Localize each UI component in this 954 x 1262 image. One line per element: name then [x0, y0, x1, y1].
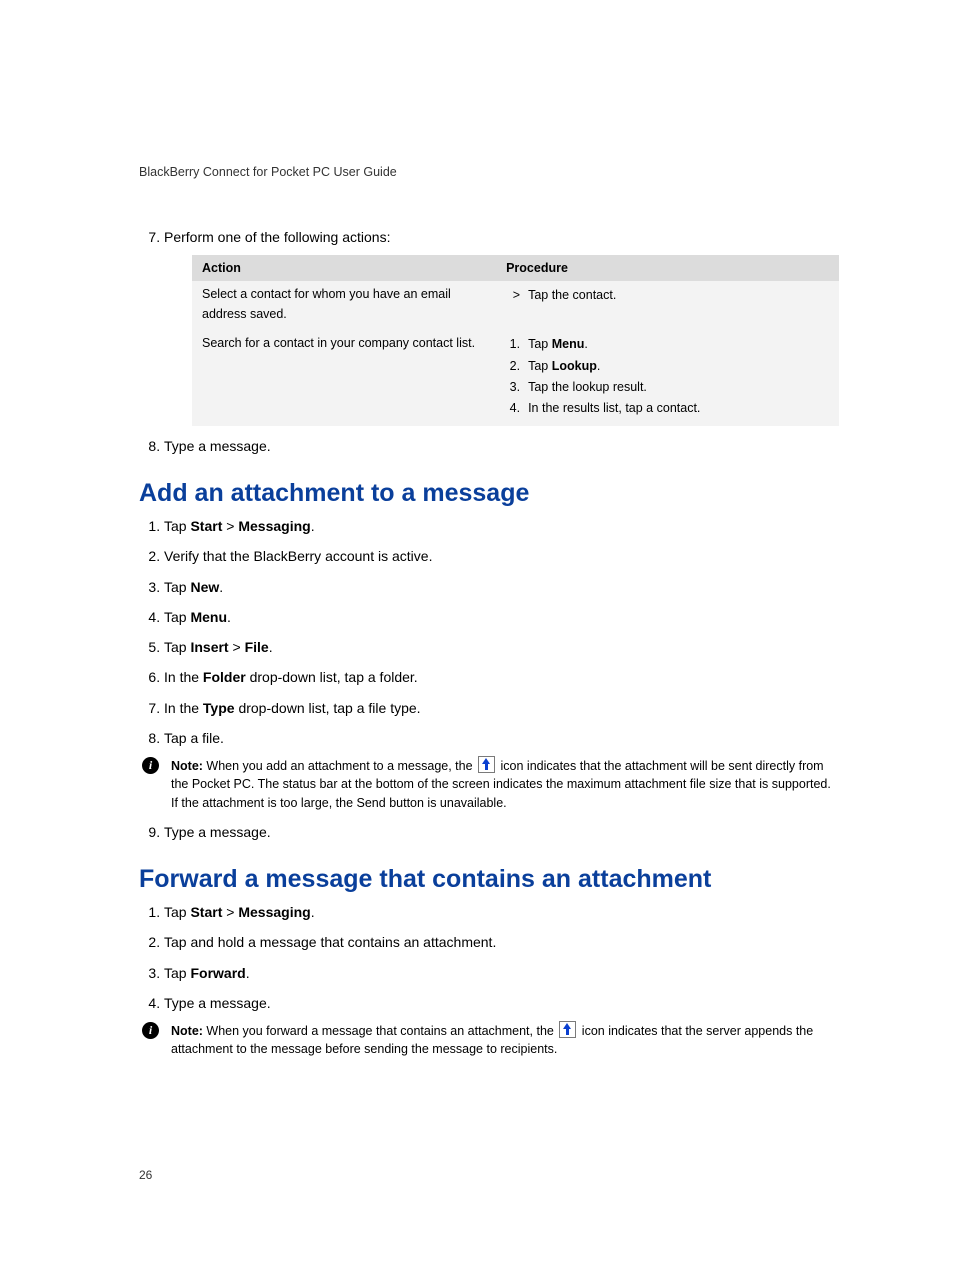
proc-text: In the results list, tap a contact.: [528, 399, 700, 418]
step-8: Type a message.: [164, 436, 839, 456]
step: Tap Start > Messaging.: [164, 516, 839, 536]
section-heading-add-attachment: Add an attachment to a message: [139, 478, 839, 508]
note-text: Note: When you forward a message that co…: [171, 1021, 839, 1058]
proc-marker: 1.: [506, 335, 520, 354]
note-text: Note: When you add an attachment to a me…: [171, 756, 839, 811]
table-row: Search for a contact in your company con…: [192, 330, 839, 426]
table-row: Select a contact for whom you have an em…: [192, 281, 839, 330]
step: Tap a file. i Note: When you add an atta…: [164, 728, 839, 812]
info-icon: i: [142, 757, 159, 774]
step: Tap New.: [164, 577, 839, 597]
page: BlackBerry Connect for Pocket PC User Gu…: [0, 0, 954, 1262]
action-table: Action Procedure Select a contact for wh…: [192, 255, 839, 425]
proc-item: > Tap the contact.: [506, 285, 829, 306]
proc-text: Tap the contact.: [528, 286, 616, 305]
step: Tap Forward.: [164, 963, 839, 983]
proc-text: Tap the lookup result.: [528, 378, 647, 397]
proc-item: 2. Tap Lookup.: [506, 356, 829, 377]
proc-item: 3. Tap the lookup result.: [506, 377, 829, 398]
upload-arrow-icon: [478, 756, 495, 773]
step-8-text: Type a message.: [164, 438, 271, 454]
th-procedure: Procedure: [496, 255, 839, 281]
cell-action: Select a contact for whom you have an em…: [192, 281, 496, 330]
step: Tap and hold a message that contains an …: [164, 932, 839, 952]
step: Type a message. i Note: When you forward…: [164, 993, 839, 1059]
step: Verify that the BlackBerry account is ac…: [164, 546, 839, 566]
step: In the Type drop-down list, tap a file t…: [164, 698, 839, 718]
action-table-wrap: Action Procedure Select a contact for wh…: [192, 255, 839, 425]
proc-marker: 4.: [506, 399, 520, 418]
proc-marker: 2.: [506, 357, 520, 376]
proc-text: Tap Menu.: [528, 335, 588, 354]
proc-item: 4. In the results list, tap a contact.: [506, 398, 829, 419]
proc-item: 1. Tap Menu.: [506, 334, 829, 355]
note-block: i Note: When you forward a message that …: [142, 1021, 839, 1058]
step-7-text: Perform one of the following actions:: [164, 229, 390, 245]
cell-action: Search for a contact in your company con…: [192, 330, 496, 426]
upload-arrow-icon: [559, 1021, 576, 1038]
step: Tap Insert > File.: [164, 637, 839, 657]
section-heading-forward: Forward a message that contains an attac…: [139, 864, 839, 894]
section-b-steps: Tap Start > Messaging. Tap and hold a me…: [139, 902, 839, 1058]
cell-procedure: > Tap the contact.: [496, 281, 839, 330]
document-header: BlackBerry Connect for Pocket PC User Gu…: [139, 165, 839, 179]
proc-marker: 3.: [506, 378, 520, 397]
th-action: Action: [192, 255, 496, 281]
step-list-7: Perform one of the following actions: Ac…: [139, 227, 839, 456]
step: Tap Menu.: [164, 607, 839, 627]
page-number: 26: [139, 1168, 839, 1182]
section-a-steps: Tap Start > Messaging. Verify that the B…: [139, 516, 839, 842]
step: Type a message.: [164, 822, 839, 842]
note-block: i Note: When you add an attachment to a …: [142, 756, 839, 811]
step-7: Perform one of the following actions: Ac…: [164, 227, 839, 426]
step: In the Folder drop-down list, tap a fold…: [164, 667, 839, 687]
step: Tap Start > Messaging.: [164, 902, 839, 922]
info-icon: i: [142, 1022, 159, 1039]
cell-procedure: 1. Tap Menu. 2. Tap Lookup. 3.: [496, 330, 839, 426]
proc-text: Tap Lookup.: [528, 357, 600, 376]
proc-marker: >: [506, 286, 520, 305]
